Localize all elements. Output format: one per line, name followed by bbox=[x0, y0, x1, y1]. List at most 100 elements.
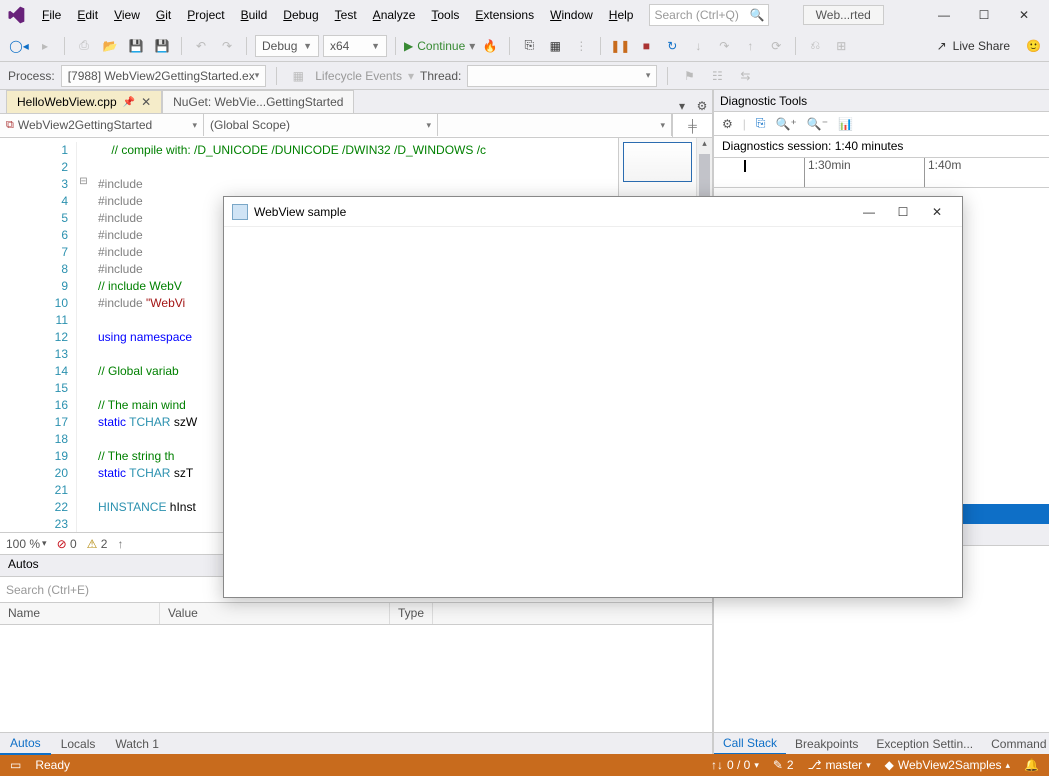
menu-window[interactable]: Window bbox=[542, 4, 601, 26]
menu-file[interactable]: File bbox=[34, 4, 69, 26]
pause-button[interactable]: ❚❚ bbox=[609, 35, 631, 57]
menu-build[interactable]: Build bbox=[233, 4, 276, 26]
process-combo[interactable]: [7988] WebView2GettingStarted.ex▾ bbox=[61, 65, 267, 87]
gear-icon[interactable]: ⚙ bbox=[722, 117, 733, 131]
scope-combo[interactable]: (Global Scope)▾ bbox=[204, 114, 438, 136]
redo-button[interactable]: ↷ bbox=[216, 35, 238, 57]
diag-title-bar: Diagnostic Tools ▾ 📌 ✕ bbox=[714, 90, 1049, 112]
split-editor-button[interactable]: ╪ bbox=[672, 114, 712, 137]
menu-tools[interactable]: Tools bbox=[423, 4, 467, 26]
autos-tab-locals[interactable]: Locals bbox=[51, 734, 106, 754]
error-count[interactable]: ⊘ 0 bbox=[57, 537, 77, 551]
back-button[interactable]: ◯◂ bbox=[8, 35, 30, 57]
title-bar: FileEditViewGitProjectBuildDebugTestAnal… bbox=[0, 0, 1049, 30]
menu-help[interactable]: Help bbox=[601, 4, 642, 26]
status-changes[interactable]: ✎ 2 bbox=[773, 758, 794, 772]
toolbar-btn-1[interactable]: ⎘ bbox=[518, 35, 540, 57]
thread-combo[interactable]: ▾ bbox=[467, 65, 657, 87]
minimize-button[interactable]: — bbox=[931, 8, 957, 22]
zoom-combo[interactable]: 100 % ▾ bbox=[6, 537, 47, 551]
config-combo[interactable]: Debug▼ bbox=[255, 35, 319, 57]
menu-test[interactable]: Test bbox=[327, 4, 365, 26]
popup-minimize-button[interactable]: — bbox=[852, 205, 886, 219]
proc-btn-1[interactable]: ⚑ bbox=[678, 65, 700, 87]
tab-nuget[interactable]: NuGet: WebVie...GettingStarted bbox=[162, 90, 354, 113]
pin-icon[interactable]: 📌 bbox=[123, 97, 135, 108]
autos-col-value[interactable]: Value bbox=[160, 603, 390, 624]
menu-analyze[interactable]: Analyze bbox=[365, 4, 424, 26]
menu-debug[interactable]: Debug bbox=[275, 4, 326, 26]
fold-column[interactable]: ⊟ bbox=[76, 138, 90, 532]
toolbar-btn-3[interactable]: ⋮ bbox=[570, 35, 592, 57]
scroll-up-icon[interactable]: ▴ bbox=[697, 138, 712, 152]
autos-tab-autos[interactable]: Autos bbox=[0, 733, 51, 755]
rb-tab-2[interactable]: Exception Settin... bbox=[867, 734, 982, 754]
minimap-viewport[interactable] bbox=[623, 142, 692, 182]
rb-tab-3[interactable]: Command Win... bbox=[982, 734, 1049, 754]
webview-sample-window[interactable]: WebView sample — ☐ ✕ bbox=[223, 196, 963, 598]
zoom-out-icon[interactable]: 🔍⁻ bbox=[807, 117, 828, 131]
toolbar-btn-6[interactable]: ⊞ bbox=[830, 35, 852, 57]
step-into-button[interactable]: ↓ bbox=[687, 35, 709, 57]
proc-btn-2[interactable]: ☷ bbox=[706, 65, 728, 87]
proc-btn-3[interactable]: ⇆ bbox=[734, 65, 756, 87]
menu-view[interactable]: View bbox=[106, 4, 148, 26]
status-repo[interactable]: ◆ WebView2Samples ▴ bbox=[885, 758, 1010, 772]
popup-title-bar[interactable]: WebView sample — ☐ ✕ bbox=[224, 197, 962, 227]
project-combo[interactable]: ⧉WebView2GettingStarted▾ bbox=[0, 114, 204, 136]
diag-ruler[interactable]: 1:30min 1:40m bbox=[714, 158, 1049, 188]
open-button[interactable]: 📂 bbox=[99, 35, 121, 57]
diag-chart-icon[interactable]: 📊 bbox=[838, 117, 853, 131]
toolbar-btn-4[interactable]: ⟳ bbox=[765, 35, 787, 57]
maximize-button[interactable]: ☐ bbox=[971, 8, 997, 22]
solution-title[interactable]: Web...rted bbox=[803, 5, 884, 25]
rb-tab-0[interactable]: Call Stack bbox=[714, 733, 786, 755]
zoom-in-icon[interactable]: 🔍⁺ bbox=[776, 117, 797, 131]
lifecycle-label[interactable]: Lifecycle Events bbox=[315, 69, 402, 83]
popup-close-button[interactable]: ✕ bbox=[920, 205, 954, 219]
tab-gear-icon[interactable]: ⚙ bbox=[692, 99, 712, 113]
continue-button[interactable]: ▶ Continue ▾ bbox=[404, 39, 475, 53]
close-tab-icon[interactable]: ✕ bbox=[141, 95, 151, 109]
menu-edit[interactable]: Edit bbox=[69, 4, 106, 26]
toolbar-btn-5[interactable]: ⎌ bbox=[804, 35, 826, 57]
member-combo[interactable]: ▾ bbox=[438, 114, 672, 136]
menu-extensions[interactable]: Extensions bbox=[467, 4, 542, 26]
menu-git[interactable]: Git bbox=[148, 4, 179, 26]
tab-hellowebview[interactable]: HelloWebView.cpp 📌 ✕ bbox=[6, 90, 162, 113]
hot-reload-button[interactable]: 🔥 bbox=[479, 35, 501, 57]
status-updown[interactable]: ↑↓ 0 / 0 ▾ bbox=[711, 758, 759, 772]
search-input[interactable]: Search (Ctrl+Q) 🔍 bbox=[649, 4, 769, 26]
live-share-button[interactable]: ↗ Live Share 🙂 bbox=[937, 39, 1041, 53]
autos-col-type[interactable]: Type bbox=[390, 603, 433, 624]
nav-up-icon[interactable]: ↑ bbox=[117, 537, 123, 551]
feedback-icon[interactable]: 🙂 bbox=[1026, 39, 1041, 53]
undo-button[interactable]: ↶ bbox=[190, 35, 212, 57]
autos-tab-watch-1[interactable]: Watch 1 bbox=[105, 734, 169, 754]
step-over-button[interactable]: ↷ bbox=[713, 35, 735, 57]
save-button[interactable]: 💾 bbox=[125, 35, 147, 57]
diag-session-label: Diagnostics session: 1:40 minutes bbox=[714, 136, 1049, 158]
diag-tool-icon[interactable]: ⎘ bbox=[756, 116, 766, 131]
editor-navbar: ⧉WebView2GettingStarted▾ (Global Scope)▾… bbox=[0, 114, 712, 138]
toolbar-btn-2[interactable]: ▦ bbox=[544, 35, 566, 57]
save-all-button[interactable]: 💾 bbox=[151, 35, 173, 57]
restart-button[interactable]: ↻ bbox=[661, 35, 683, 57]
autos-col-name[interactable]: Name bbox=[0, 603, 160, 624]
new-item-button[interactable]: ⎙ bbox=[73, 35, 95, 57]
warning-count[interactable]: ⚠ 2 bbox=[87, 537, 108, 551]
autos-body[interactable] bbox=[0, 625, 712, 732]
lifecycle-icon[interactable]: ▦ bbox=[287, 65, 309, 87]
notifications-icon[interactable]: 🔔 bbox=[1024, 758, 1039, 772]
platform-combo[interactable]: x64▼ bbox=[323, 35, 387, 57]
close-button[interactable]: ✕ bbox=[1011, 8, 1037, 22]
rb-tab-1[interactable]: Breakpoints bbox=[786, 734, 867, 754]
window-controls: — ☐ ✕ bbox=[931, 8, 1037, 22]
tab-dropdown-icon[interactable]: ▾ bbox=[672, 99, 692, 113]
menu-project[interactable]: Project bbox=[179, 4, 232, 26]
stop-button[interactable]: ■ bbox=[635, 35, 657, 57]
diag-title: Diagnostic Tools bbox=[720, 94, 807, 108]
status-branch[interactable]: ⎇ master ▾ bbox=[808, 758, 871, 772]
step-out-button[interactable]: ↑ bbox=[739, 35, 761, 57]
popup-maximize-button[interactable]: ☐ bbox=[886, 205, 920, 219]
